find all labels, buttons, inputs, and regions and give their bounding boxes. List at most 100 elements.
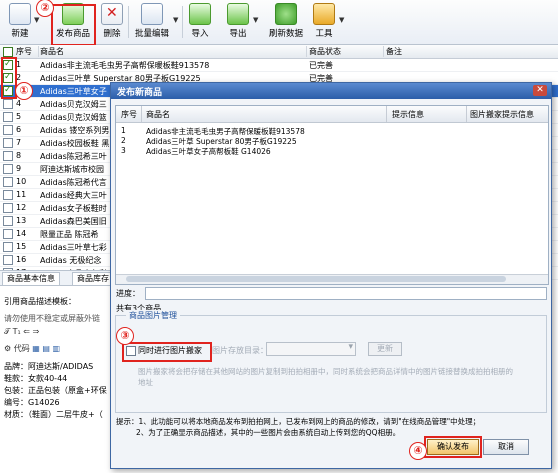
row-checkbox[interactable]	[3, 151, 13, 161]
editor-toolbar-row-1: 𝒯 T₁ ⇐ ⇒	[4, 327, 112, 341]
tools-button[interactable]: 工具	[312, 3, 336, 41]
image-icon[interactable]: ▦ ▤ ▥	[32, 344, 60, 353]
code-button[interactable]: 代码	[14, 344, 30, 353]
external-link-warning: 请勿使用不稳定或屏蔽外链	[4, 314, 100, 323]
refresh-button[interactable]: 刷新数据	[266, 3, 306, 41]
desc-line: 鞋款：女款40-44	[4, 374, 68, 383]
progress-label: 进度：	[116, 289, 140, 298]
row-num: 16	[16, 255, 27, 264]
tools-icon	[313, 3, 335, 25]
row-checkbox[interactable]	[3, 190, 13, 200]
product-detail-panel: 商品基本信息 商品库存 引用商品描述模板： 请勿使用不稳定或屏蔽外链 𝒯 T₁ …	[0, 270, 115, 473]
batch-edit-dropdown-arrow[interactable]: ▼	[173, 16, 178, 24]
image-dir-label: 图片存放目录：	[212, 346, 268, 355]
row-name: Adidas 镂空系列男	[40, 126, 110, 135]
tab-basic-info[interactable]: 商品基本信息	[2, 272, 60, 285]
group-title: 商品图片管理	[126, 310, 180, 321]
select-all-checkbox[interactable]	[3, 47, 13, 57]
grid-header-num[interactable]: 序号	[121, 109, 137, 120]
grid-column-divider	[141, 106, 142, 122]
batch-edit-button[interactable]: 批量编辑	[132, 3, 172, 41]
row-checkbox[interactable]	[3, 255, 13, 265]
row-checkbox[interactable]	[3, 216, 13, 226]
header-num[interactable]: 序号	[16, 46, 39, 57]
desc-line: 材质：（鞋面）二层牛皮+（	[4, 410, 103, 419]
import-button[interactable]: 导入	[186, 3, 214, 41]
row-num: 11	[16, 190, 27, 199]
header-name[interactable]: 商品名	[40, 46, 307, 57]
font-icon[interactable]: 𝒯 T₁ ⇐ ⇒	[4, 327, 39, 336]
tools-dropdown-arrow[interactable]: ▼	[339, 16, 344, 24]
row-num: 15	[16, 242, 27, 251]
header-note[interactable]: 备注	[386, 46, 556, 57]
row-name: Adidas女子板鞋时	[40, 204, 107, 213]
new-dropdown-arrow[interactable]: ▼	[34, 16, 39, 24]
desc-line: 包装：正品包装（原盒+环保	[4, 386, 107, 395]
row-checkbox[interactable]	[3, 242, 13, 252]
export-button[interactable]: 导出	[224, 3, 252, 41]
table-row[interactable]: 1Adidas非主流毛毛虫男子高帮保暖板鞋913578已完善	[0, 59, 558, 72]
row-num: 9	[16, 164, 22, 173]
row-name: Adidas森巴美国旧	[40, 217, 107, 226]
tip-line-1: 提示：1、此功能可以将本地商品发布到拍拍网上，已发布到网上的商品的修改，请到"在…	[116, 417, 481, 426]
row-num: 6	[16, 125, 22, 134]
publish-grid-header: 序号 商品名 提示信息 图片搬家提示信息	[116, 106, 548, 123]
detail-tabs: 商品基本信息 商品库存	[0, 271, 115, 286]
confirm-highlight-frame	[424, 436, 482, 458]
row-num: 13	[16, 216, 27, 225]
header-status[interactable]: 商品状态	[309, 46, 384, 57]
row-num: 8	[16, 151, 22, 160]
row-name: 限量正品 陈冠希	[40, 230, 99, 239]
row-name: Adidas贝克汉姆篮	[40, 113, 107, 122]
row-name: Adidas三叶草女子	[40, 87, 107, 96]
scrollbar-thumb[interactable]	[126, 276, 506, 282]
row-name: Adidas三叶草七彩	[40, 243, 107, 252]
row-checkbox[interactable]	[3, 125, 13, 135]
row-checkbox[interactable]	[3, 177, 13, 187]
row-checkbox[interactable]	[3, 138, 13, 148]
row-checkbox[interactable]	[3, 99, 13, 109]
toolbar-divider	[182, 6, 183, 38]
toolbar-divider	[128, 6, 129, 38]
row-name: Adidas陈冠希代言	[40, 178, 107, 187]
desc-line: 品牌：阿迪达斯/ADIDAS	[4, 362, 94, 371]
publish-grid-row[interactable]: 3 Adidas三叶草女子高帮板鞋 G14026	[116, 146, 548, 156]
row-checkbox[interactable]	[3, 164, 13, 174]
row-checkbox[interactable]	[3, 203, 13, 213]
publish-grid-row[interactable]: 1 Adidas非主流毛毛虫男子高帮保暖板鞋913578	[116, 126, 548, 136]
delete-button[interactable]: 删除	[98, 3, 126, 41]
image-dir-select[interactable]	[266, 342, 356, 356]
grid-header-tip[interactable]: 提示信息	[392, 109, 424, 120]
code-icon[interactable]: ⚙	[4, 344, 11, 353]
tab-inventory[interactable]: 商品库存	[72, 272, 114, 285]
row-num: 4	[16, 99, 22, 108]
product-list-header: 序号 商品名 商品状态 备注	[0, 45, 558, 59]
publish-dialog: 发布新商品 ✕ 序号 商品名 提示信息 图片搬家提示信息 1 Adidas非主流…	[110, 82, 552, 469]
publish-product-grid: 序号 商品名 提示信息 图片搬家提示信息 1 Adidas非主流毛毛虫男子高帮保…	[115, 105, 549, 285]
row-num: 12	[16, 203, 27, 212]
image-move-note: 图片搬家将会把存储在其他网站的图片复制到拍拍相册中，同时系统会把商品详情中的图片…	[138, 367, 513, 387]
row-checkbox[interactable]	[3, 229, 13, 239]
row-num: 10	[16, 177, 27, 186]
grid-header-image-tip[interactable]: 图片搬家提示信息	[470, 109, 534, 120]
export-dropdown-arrow[interactable]: ▼	[253, 16, 258, 24]
grid-header-name[interactable]: 商品名	[146, 109, 170, 120]
desc-line: 编号：G14026	[4, 398, 60, 407]
horizontal-scrollbar[interactable]	[116, 274, 548, 284]
row-checkbox[interactable]	[3, 112, 13, 122]
new-button[interactable]: 新建	[6, 3, 34, 41]
step-4-marker: ④	[409, 442, 427, 460]
close-icon[interactable]: ✕	[533, 85, 547, 96]
template-label: 引用商品描述模板：	[4, 297, 76, 306]
progress-bar	[145, 287, 547, 300]
publish-tips: 提示：1、此功能可以将本地商品发布到拍拍网上，已发布到网上的商品的修改，请到"在…	[116, 416, 546, 438]
cancel-button[interactable]: 取消	[483, 439, 529, 455]
row-name: Adidas 无极纪念	[40, 256, 102, 265]
step-1-marker: ①	[15, 82, 33, 100]
step-3-marker: ③	[116, 327, 134, 345]
image-management-group: 商品图片管理 同时进行图片搬家 图片存放目录： 更新 图片搬家将会把存储在其他网…	[115, 310, 547, 413]
publish-grid-row[interactable]: 2 Adidas三叶草 Superstar 80男子板G19225	[116, 136, 548, 146]
dialog-titlebar[interactable]: 发布新商品 ✕	[111, 83, 551, 99]
delete-icon	[101, 3, 123, 25]
update-button[interactable]: 更新	[368, 342, 402, 356]
